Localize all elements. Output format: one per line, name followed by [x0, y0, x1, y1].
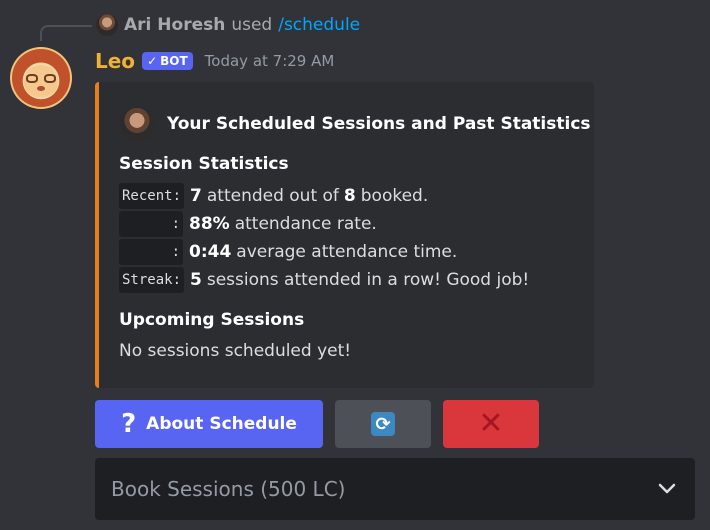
- stat-label: Recent:: [119, 183, 185, 209]
- interaction-command[interactable]: /schedule: [278, 15, 360, 35]
- embed-author-avatar: [119, 106, 155, 142]
- stat-text: attendance rate.: [234, 214, 377, 234]
- embed-author: Your Scheduled Sessions and Past Statist…: [119, 106, 591, 142]
- stat-row-recent: Recent: 7 attended out of 8 booked.: [119, 183, 428, 209]
- chevron-down-icon: [655, 477, 679, 501]
- interaction-username[interactable]: Ari Horesh: [124, 15, 225, 35]
- x-icon: ✕: [478, 406, 504, 441]
- interaction-reply: Ari Horesh used /schedule: [96, 13, 360, 37]
- stat-value: 7: [190, 186, 202, 206]
- bot-badge: ✓ BOT: [142, 52, 193, 70]
- bot-badge-label: BOT: [160, 54, 188, 68]
- reply-connector: [40, 25, 92, 41]
- user-avatar[interactable]: [96, 14, 118, 36]
- refresh-icon: ⟳: [371, 412, 395, 436]
- select-placeholder: Book Sessions (500 LC): [111, 477, 346, 501]
- action-row: ? About Schedule ⟳ ✕: [95, 400, 539, 448]
- stat-label: :: [119, 211, 183, 237]
- lion-nose: [37, 86, 45, 91]
- book-sessions-select[interactable]: Book Sessions (500 LC): [95, 458, 695, 520]
- message-timestamp: Today at 7:29 AM: [204, 52, 335, 70]
- about-schedule-label: About Schedule: [146, 414, 297, 434]
- stat-row-streak: Streak: 5 sessions attended in a row! Go…: [119, 267, 529, 293]
- stat-row-rate: : 88% attendance rate.: [119, 211, 377, 237]
- stat-text: attended out of: [206, 186, 339, 206]
- close-button[interactable]: ✕: [443, 400, 539, 448]
- stat-label: Streak:: [119, 267, 185, 293]
- upcoming-title: Upcoming Sessions: [119, 310, 305, 330]
- stat-value: 0:44: [189, 242, 232, 262]
- stat-value: 88%: [189, 214, 230, 234]
- embed-author-name: Your Scheduled Sessions and Past Statist…: [167, 114, 591, 134]
- interaction-used-text: used: [231, 15, 273, 35]
- bot-avatar[interactable]: [10, 47, 72, 109]
- stat-text: average attendance time.: [236, 242, 458, 262]
- stats-title: Session Statistics: [119, 154, 289, 174]
- embed: Your Scheduled Sessions and Past Statist…: [95, 82, 594, 388]
- stat-text-2: booked.: [360, 186, 429, 206]
- lion-glasses: [25, 74, 57, 84]
- about-schedule-button[interactable]: ? About Schedule: [95, 400, 323, 448]
- stat-value: 5: [190, 270, 202, 290]
- question-icon: ?: [121, 409, 137, 439]
- refresh-button[interactable]: ⟳: [335, 400, 431, 448]
- stat-row-time: : 0:44 average attendance time.: [119, 239, 457, 265]
- stat-value-2: 8: [343, 186, 356, 206]
- upcoming-text: No sessions scheduled yet!: [119, 341, 352, 361]
- stat-label: :: [119, 239, 183, 265]
- message-header: Leo ✓ BOT Today at 7:29 AM: [95, 46, 334, 76]
- bot-username[interactable]: Leo: [95, 49, 135, 73]
- verified-check-icon: ✓: [147, 54, 158, 68]
- stat-text: sessions attended in a row! Good job!: [206, 270, 530, 290]
